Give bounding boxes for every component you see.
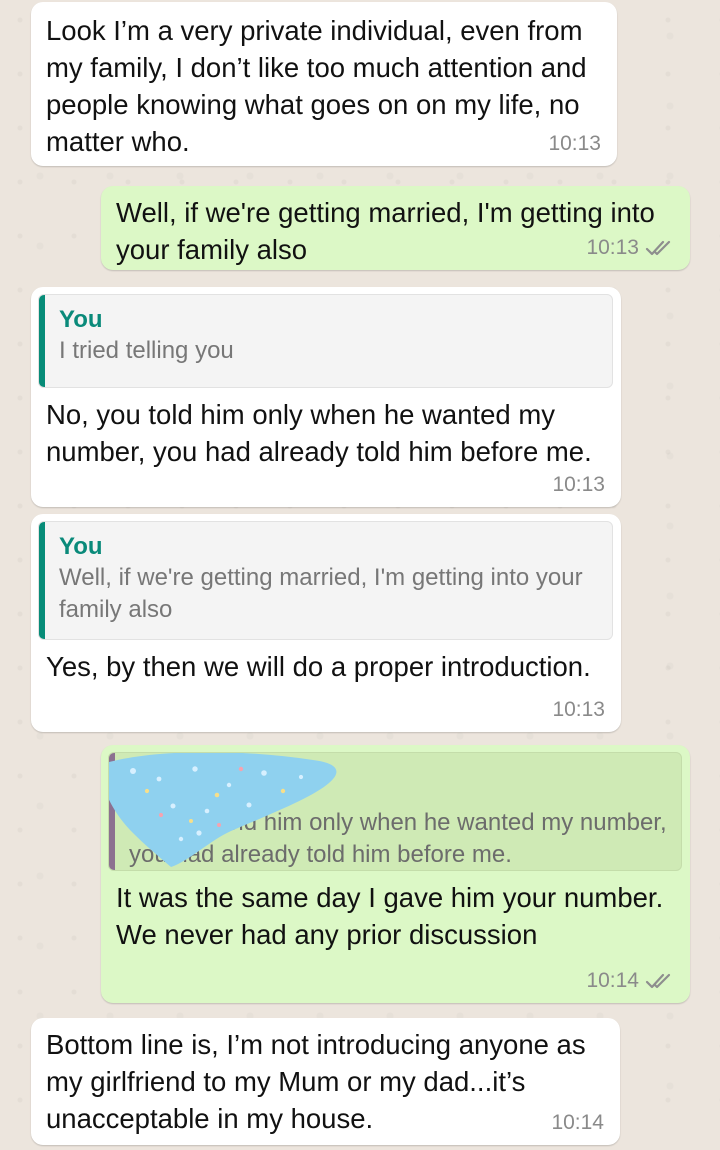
message-bubble-incoming[interactable]: Bottom line is, I’m not introducing anyo… [31, 1018, 620, 1145]
message-text: No, you told him only when he wanted my … [46, 399, 592, 467]
message-time: 10:13 [548, 132, 601, 155]
message-text: It was the same day I gave him your numb… [116, 882, 664, 950]
message-bubble-incoming[interactable]: You Well, if we're getting married, I'm … [31, 514, 621, 732]
reply-text: No, you told him only when he wanted my … [129, 809, 667, 868]
reply-sender: You [59, 533, 103, 560]
reply-accent-bar [39, 295, 45, 387]
reply-accent-bar [109, 753, 115, 870]
message-meta: 10:13 [586, 236, 674, 260]
reply-quote[interactable]: You Well, if we're getting married, I'm … [38, 521, 613, 640]
message-time: 10:13 [552, 473, 605, 496]
message-text: Bottom line is, I’m not introducing anyo… [46, 1029, 586, 1134]
message-text: Yes, by then we will do a proper introdu… [46, 651, 591, 682]
message-bubble-incoming[interactable]: You I tried telling you No, you told him… [31, 287, 621, 507]
double-check-icon [645, 240, 671, 256]
reply-text: Well, if we're getting married, I'm gett… [59, 564, 583, 623]
message-meta: 10:13 [552, 473, 605, 497]
message-meta: 10:14 [586, 969, 674, 993]
reply-accent-bar [39, 522, 45, 639]
message-meta: 10:14 [551, 1111, 604, 1135]
message-bubble-outgoing[interactable]: Well, if we're getting married, I'm gett… [101, 186, 690, 270]
reply-quote[interactable]: You I tried telling you [38, 294, 613, 388]
reply-quote[interactable]: No, you told him only when he wanted my … [108, 752, 682, 871]
reply-sender: You [59, 306, 103, 333]
message-meta: 10:13 [548, 132, 601, 156]
message-bubble-incoming[interactable]: Look I’m a very private individual, even… [31, 2, 617, 166]
message-time: 10:13 [552, 698, 605, 721]
double-check-icon [645, 973, 671, 989]
message-bubble-outgoing[interactable]: No, you told him only when he wanted my … [101, 745, 690, 1003]
message-time: 10:14 [586, 969, 639, 992]
message-meta: 10:13 [552, 698, 605, 722]
message-time: 10:14 [551, 1111, 604, 1134]
message-time: 10:13 [586, 236, 639, 259]
reply-text: I tried telling you [59, 337, 234, 364]
chat-thread[interactable]: Look I’m a very private individual, even… [0, 0, 720, 1150]
message-text: Look I’m a very private individual, even… [46, 15, 587, 157]
